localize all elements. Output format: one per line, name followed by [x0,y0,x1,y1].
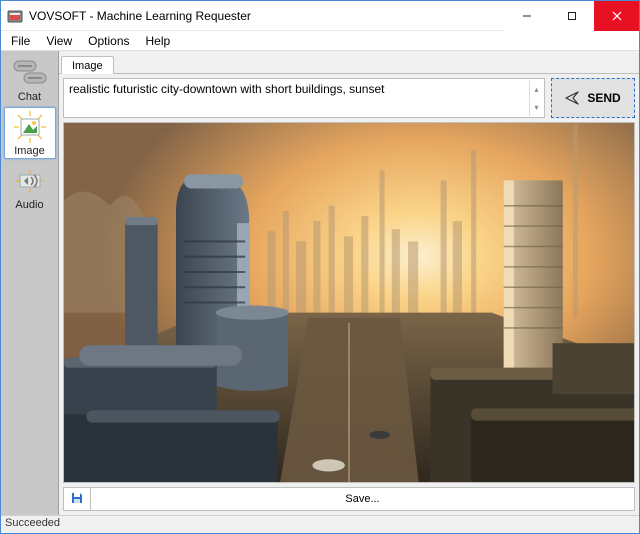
save-button[interactable]: Save... [91,487,635,511]
save-label: Save... [345,493,379,505]
menu-view[interactable]: View [38,31,80,50]
prompt-spin: ▴ ▾ [529,80,543,116]
menubar: File View Options Help [1,31,639,51]
image-icon [10,111,50,143]
close-button[interactable] [594,1,639,31]
save-row: Save... [63,487,635,511]
prompt-box: ▴ ▾ [63,78,545,118]
maximize-button[interactable] [549,1,594,31]
menu-help[interactable]: Help [138,31,179,50]
audio-icon [10,165,50,197]
app-window: VOVSOFT - Machine Learning Requester Fil… [0,0,640,534]
generated-image [63,122,635,483]
save-icon-button[interactable] [63,487,91,511]
menu-options[interactable]: Options [80,31,137,50]
sidebar-item-chat[interactable]: Chat [4,53,56,105]
main-area: Image ▴ ▾ SEND [59,51,639,515]
prompt-input[interactable] [64,79,544,117]
tab-image[interactable]: Image [61,56,114,74]
status-text: Succeeded [5,517,60,529]
sidebar-item-audio[interactable]: Audio [4,161,56,213]
minimize-button[interactable] [504,1,549,31]
save-icon [70,491,84,508]
app-icon [7,8,23,24]
titlebar: VOVSOFT - Machine Learning Requester [1,1,639,31]
statusbar: Succeeded [1,515,639,533]
image-panel: ▴ ▾ SEND [59,73,639,515]
send-label: SEND [587,91,620,105]
send-icon [565,91,579,105]
sidebar-item-label: Audio [15,199,43,211]
menu-file[interactable]: File [3,31,38,50]
sidebar-item-image[interactable]: Image [4,107,56,159]
tabstrip: Image [59,51,639,73]
chat-icon [10,57,50,89]
sidebar: Chat Image [1,51,59,515]
body: Chat Image [1,51,639,515]
send-button[interactable]: SEND [551,78,635,118]
sidebar-item-label: Image [14,145,45,157]
window-title: VOVSOFT - Machine Learning Requester [29,9,251,23]
sidebar-item-label: Chat [18,91,41,103]
spin-up-icon[interactable]: ▴ [529,80,543,98]
prompt-row: ▴ ▾ SEND [63,78,635,118]
spin-down-icon[interactable]: ▾ [529,98,543,116]
